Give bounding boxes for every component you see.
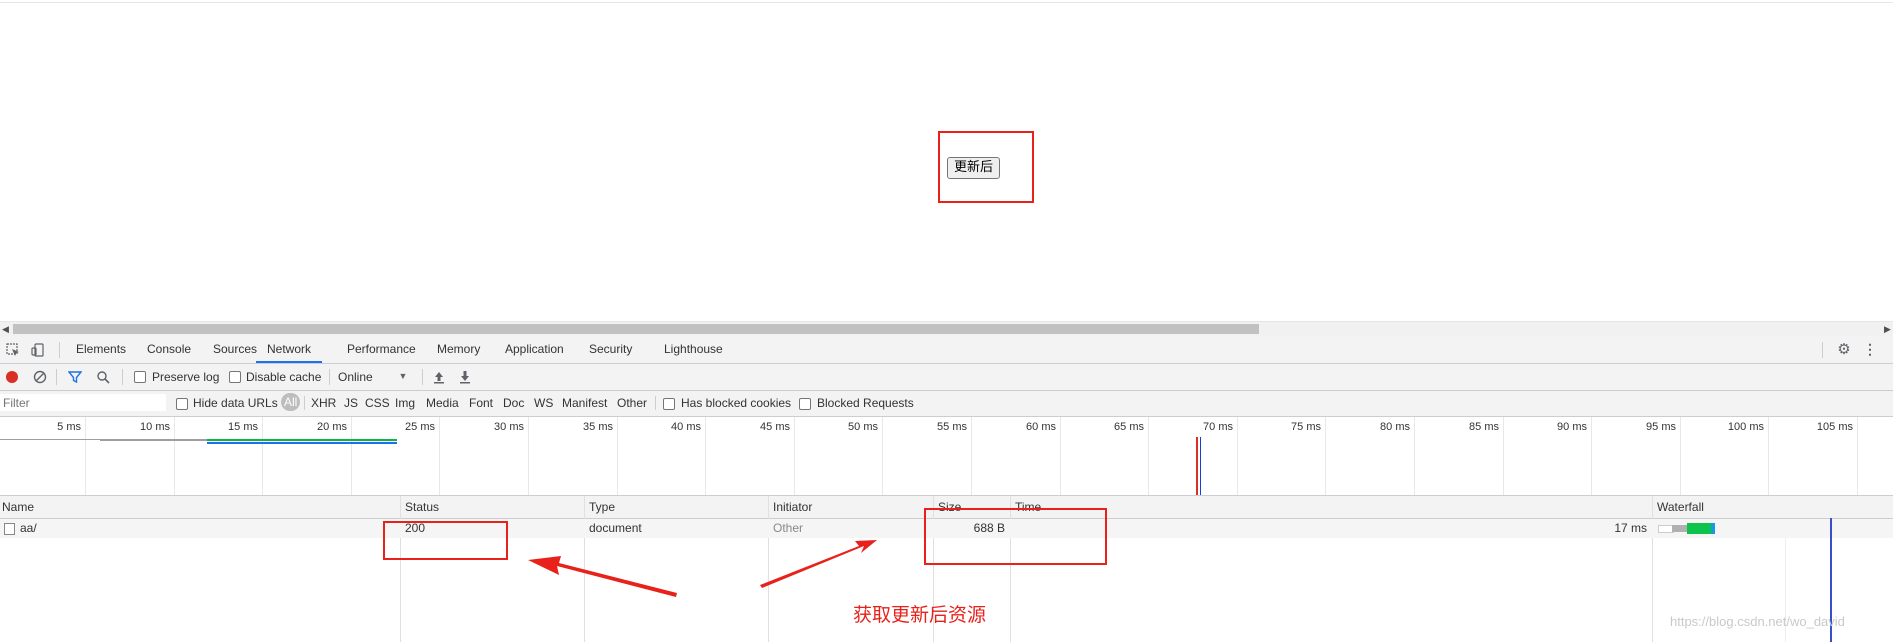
annotation-caption: 获取更新后资源 [853,604,987,626]
arrow-to-status [528,556,677,597]
annotation-arrows [528,540,877,597]
watermark: https://blog.csdn.net/wo_david [1670,614,1845,629]
arrow-to-size [760,540,877,588]
